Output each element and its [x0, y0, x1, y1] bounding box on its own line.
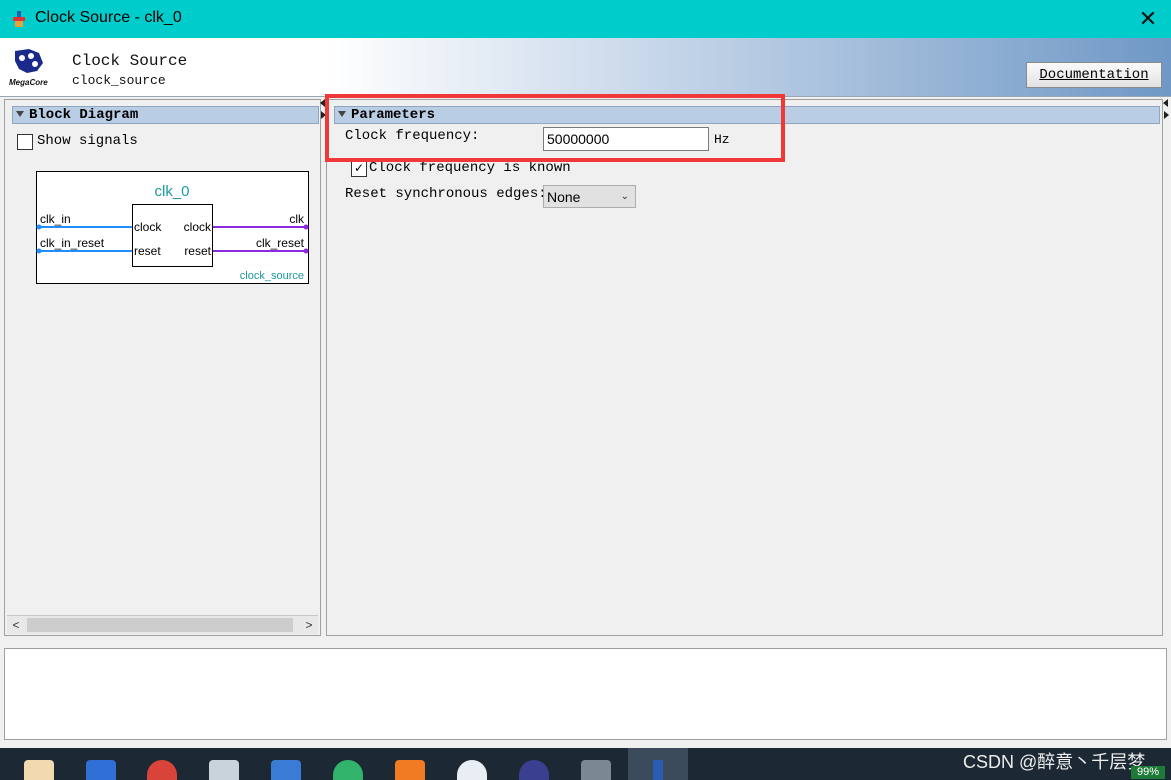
show-signals-label: Show signals: [37, 133, 138, 149]
collapse-triangle-icon: [16, 111, 24, 117]
component-subtitle: clock_source: [72, 73, 166, 88]
frequency-known-checkbox[interactable]: ✓: [351, 161, 367, 177]
scroll-right-icon[interactable]: >: [300, 616, 318, 634]
taskbar-app-icon[interactable]: [395, 760, 425, 780]
scroll-left-icon[interactable]: <: [7, 616, 25, 634]
clk-dot: [303, 224, 309, 230]
scrollbar-thumb[interactable]: [27, 618, 293, 632]
output-clk: clk: [289, 212, 305, 226]
clk-reset-dot: [303, 248, 309, 254]
splitter-right-arrow-icon-right[interactable]: [1164, 111, 1169, 119]
annotation-highlight-box: [325, 94, 785, 162]
splitter-left-arrow-icon-right[interactable]: [1163, 99, 1168, 107]
eclipse-icon[interactable]: [519, 760, 549, 780]
parameters-panel: Parameters Clock frequency: 50000000 Hz …: [326, 99, 1163, 636]
calculator-icon[interactable]: [581, 760, 611, 780]
instance-name: clk_0: [154, 183, 189, 200]
documentation-label: Documentation: [1039, 67, 1149, 83]
input-clk-in: clk_in: [40, 212, 71, 226]
quartus-icon: [653, 760, 663, 780]
input-clk-in-reset: clk_in_reset: [40, 236, 105, 250]
port-in-clock: clock: [134, 220, 162, 234]
message-panel: [4, 648, 1167, 740]
watermark: CSDN @醉意丶千层梦: [963, 752, 1146, 772]
taskbar-active-app[interactable]: [628, 748, 688, 780]
chevron-down-icon: ⌄: [620, 191, 629, 202]
block-diagram-section-header[interactable]: Block Diagram: [12, 106, 319, 124]
checkmark-icon: ✓: [353, 161, 365, 175]
block-diagram-title: Block Diagram: [29, 107, 139, 123]
app-icon: [13, 11, 25, 27]
component-header: MegaCore Clock Source clock_source Docum…: [0, 38, 1171, 97]
taskbar-app-icon[interactable]: [24, 760, 54, 780]
svg-text:MegaCore: MegaCore: [9, 78, 48, 87]
port-out-reset: reset: [184, 244, 211, 258]
documentation-button[interactable]: Documentation: [1026, 62, 1162, 88]
taskbar-app-icon[interactable]: [271, 760, 301, 780]
block-diagram-panel: Block Diagram Show signals clk_0 clk_in …: [4, 99, 321, 636]
taskbar-app-icon[interactable]: [86, 760, 116, 780]
window-title: Clock Source - clk_0: [35, 9, 182, 26]
output-clk-reset: clk_reset: [256, 236, 305, 250]
close-icon: ✕: [1138, 6, 1158, 31]
reset-edges-label: Reset synchronous edges:: [345, 186, 547, 202]
reset-edges-select[interactable]: None ⌄: [543, 185, 636, 208]
frequency-known-label: Clock frequency is known: [369, 160, 571, 176]
port-out-clock: clock: [184, 220, 212, 234]
show-signals-checkbox[interactable]: [17, 134, 33, 150]
taskbar-app-icon[interactable]: [457, 760, 487, 780]
megacore-logo: MegaCore: [9, 49, 48, 87]
reset-edges-value: None: [547, 189, 581, 205]
chrome-icon[interactable]: [147, 760, 177, 780]
horizontal-scrollbar[interactable]: < >: [7, 615, 318, 634]
close-button[interactable]: ✕: [1125, 0, 1171, 38]
port-in-reset: reset: [134, 244, 161, 258]
battery-indicator: 99%: [1131, 766, 1165, 779]
taskbar-app-icon[interactable]: [209, 760, 239, 780]
taskbar-app-icon[interactable]: [333, 760, 363, 780]
component-title: Clock Source: [72, 52, 188, 70]
block-diagram: clk_0 clk_in clk_in_reset clock reset cl…: [36, 171, 309, 284]
title-bar: Clock Source - clk_0 ✕: [0, 0, 1171, 38]
component-type: clock_source: [240, 270, 304, 282]
